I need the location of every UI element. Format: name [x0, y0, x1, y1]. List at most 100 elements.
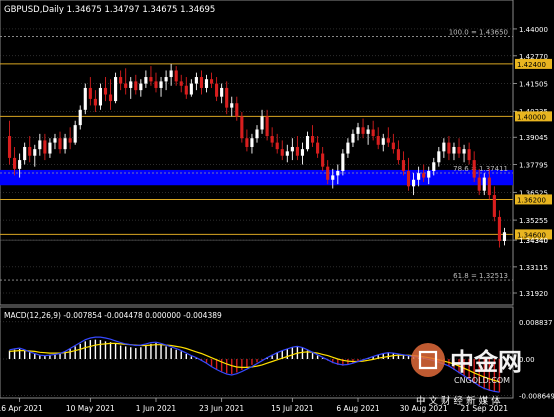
macd-tick-label: -0.008649: [519, 392, 554, 400]
candle-body: [381, 138, 385, 145]
candle-body: [255, 129, 259, 139]
candle-body: [124, 83, 128, 88]
candle-body: [275, 142, 279, 150]
candle-body: [391, 142, 395, 150]
candle-body: [144, 77, 148, 84]
candle-body: [189, 83, 193, 95]
time-tick-label: 15 Jul 2021: [271, 404, 314, 413]
candle-body: [209, 79, 214, 84]
candle-body: [280, 149, 284, 156]
candle-body: [457, 146, 461, 154]
time-tick-label: 1 Jun 2021: [136, 404, 177, 413]
candle-body: [346, 142, 350, 154]
candle-body: [417, 173, 421, 180]
candle-body: [336, 171, 340, 176]
current-price-label: 1.34340: [519, 237, 548, 245]
candle-body: [149, 77, 153, 82]
candle-body: [164, 77, 168, 82]
candle-body: [98, 87, 102, 106]
candle-body: [487, 177, 491, 196]
candle-body: [442, 142, 446, 152]
candle-body: [199, 77, 204, 88]
candle-body: [230, 103, 234, 108]
candle-body: [492, 195, 496, 217]
candle-body: [184, 85, 188, 95]
candle-body: [331, 175, 335, 180]
candle-body: [432, 162, 436, 172]
candle-body: [477, 177, 481, 191]
candle-body: [366, 129, 370, 134]
time-tick-label: 6 Aug 2021: [336, 404, 379, 413]
candle-body: [169, 70, 173, 78]
candle-body: [341, 153, 345, 172]
candle-body: [159, 81, 163, 88]
price-level-tag-label: 1.40000: [517, 113, 546, 121]
logo-site: CNGOLD.COM: [454, 376, 510, 385]
candle-body: [412, 179, 416, 187]
candle-body: [13, 157, 17, 169]
fibonacci-level-label: 100.0 = 1.43650: [449, 29, 508, 37]
candle-body: [129, 81, 133, 88]
candle-body: [482, 177, 486, 191]
candle-body: [43, 140, 47, 154]
candle-body: [260, 116, 264, 130]
symbol-header: GBPUSD,Daily 1.34675 1.34797 1.34675 1.3…: [4, 5, 215, 15]
candle-body: [48, 142, 52, 154]
candle-body: [356, 127, 360, 134]
candle-body: [371, 129, 375, 137]
candle-body: [215, 83, 219, 97]
candle-body: [406, 171, 411, 187]
fibonacci-level-label: 61.8 = 1.32513: [453, 272, 508, 280]
candle-body: [305, 136, 310, 150]
candle-body: [497, 216, 501, 241]
time-tick-label: 10 May 2021: [66, 404, 115, 413]
candle-body: [422, 173, 426, 178]
price-tick-label: 1.41505: [519, 80, 548, 88]
candle-body: [179, 81, 183, 86]
candle-body: [452, 146, 456, 154]
candle-body: [316, 142, 320, 154]
candle-body: [326, 166, 330, 180]
candle-body: [18, 160, 22, 169]
candle-body: [245, 138, 249, 147]
candle-body: [285, 151, 289, 156]
candle-body: [63, 138, 67, 150]
candle-body: [83, 87, 87, 110]
candle-body: [194, 77, 198, 84]
candle-body: [93, 98, 97, 106]
time-tick-label: 23 Jun 2021: [199, 404, 244, 413]
price-tick-label: 1.35255: [519, 217, 548, 225]
candle-body: [502, 232, 507, 241]
candle-body: [38, 140, 42, 150]
candle-body: [114, 77, 118, 102]
candle-body: [235, 103, 239, 117]
price-tick-label: 1.39045: [519, 134, 548, 142]
candle-body: [33, 149, 37, 156]
candle-body: [467, 149, 471, 161]
candle-body: [295, 146, 299, 156]
candle-body: [396, 149, 400, 161]
candle-body: [154, 81, 158, 88]
candle-body: [28, 146, 32, 156]
candle-body: [240, 116, 244, 139]
candle-body: [134, 81, 138, 91]
candle-body: [351, 133, 355, 143]
price-tick-label: 1.33115: [519, 264, 548, 272]
resistance-zone-band: [0, 169, 513, 186]
candle-body: [310, 136, 315, 143]
candle-body: [73, 125, 77, 143]
candle-body: [23, 146, 27, 161]
candle-body: [88, 87, 92, 99]
logo-caption: 中 文 财 经 新 媒 体: [416, 395, 501, 407]
candle-body: [103, 87, 108, 95]
candle-body: [437, 151, 441, 163]
candle-body: [427, 171, 431, 178]
candle-body: [386, 138, 390, 143]
price-level-tag-label: 1.42400: [517, 61, 546, 69]
price-axis: 1.440001.427701.415051.402351.390451.377…: [513, 26, 552, 298]
candle-body: [58, 138, 62, 150]
candle-body: [108, 94, 113, 102]
candle-body: [78, 109, 82, 126]
fibonacci-level-label: 78.6 = 1.37411: [453, 165, 508, 173]
price-panel[interactable]: 100.0 = 1.43650 78.6 = 1.37411 61.8 = 1.32…: [0, 0, 514, 306]
